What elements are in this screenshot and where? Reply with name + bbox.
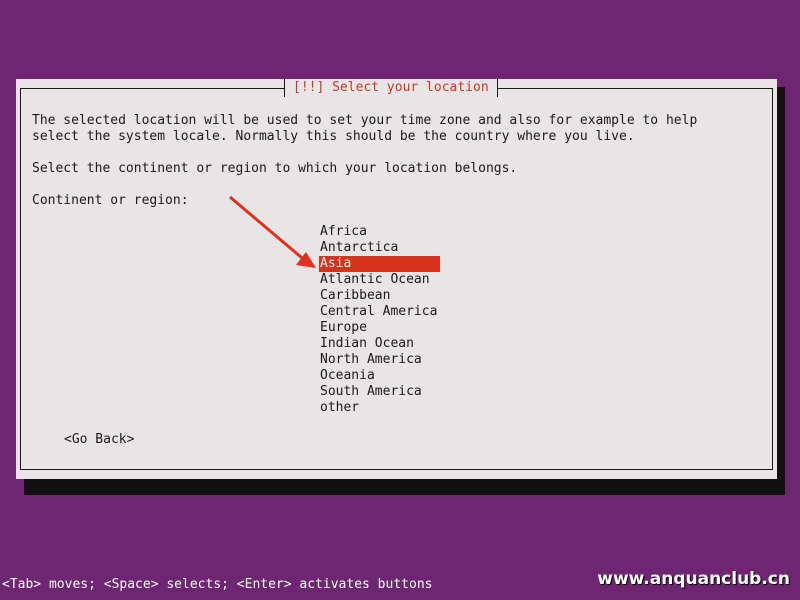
annotation-arrow-icon <box>229 195 316 268</box>
watermark-text: www.anquanclub.cn <box>597 569 790 589</box>
